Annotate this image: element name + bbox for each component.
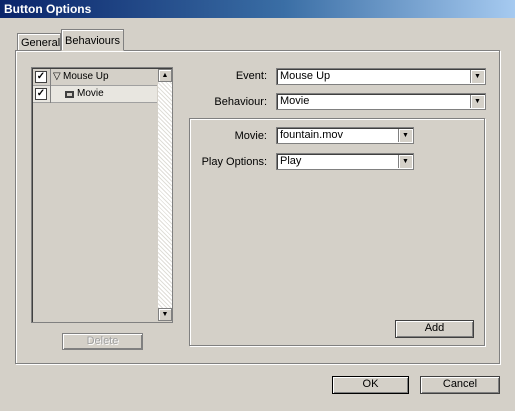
movie-label: Movie:: [234, 130, 267, 142]
movie-select[interactable]: fountain.mov ▼: [276, 127, 414, 144]
behaviour-select[interactable]: Movie ▼: [276, 93, 486, 110]
checkmark-icon: ✓: [36, 88, 46, 99]
play-options-label: Play Options:: [201, 156, 267, 168]
ok-button[interactable]: OK: [332, 376, 409, 394]
dropdown-arrow-icon[interactable]: ▼: [398, 129, 412, 142]
dropdown-arrow-icon[interactable]: ▼: [470, 70, 484, 83]
list-item-label: Mouse Up: [63, 71, 109, 82]
column-divider: [50, 86, 51, 103]
event-label: Event:: [235, 70, 267, 82]
enable-checkbox[interactable]: ✓: [35, 71, 47, 83]
list-item[interactable]: ✓ ▽ Mouse Up: [33, 69, 157, 86]
behaviour-value: Movie: [280, 95, 310, 107]
behaviour-label: Behaviour:: [214, 96, 267, 108]
dropdown-arrow-icon[interactable]: ▼: [398, 155, 412, 168]
checkmark-icon: ✓: [36, 71, 46, 82]
behaviour-list[interactable]: ✓ ▽ Mouse Up ✓ Movie ▲ ▼: [31, 67, 173, 323]
scroll-down-icon[interactable]: ▼: [158, 308, 172, 321]
enable-checkbox[interactable]: ✓: [35, 88, 47, 100]
window-title: Button Options: [0, 0, 515, 18]
play-options-value: Play: [280, 155, 302, 167]
cancel-button[interactable]: Cancel: [420, 376, 500, 394]
scroll-up-icon[interactable]: ▲: [158, 69, 172, 82]
tab-general[interactable]: General: [17, 33, 61, 51]
expand-triangle-icon[interactable]: ▽: [53, 71, 61, 82]
event-select[interactable]: Mouse Up ▼: [276, 68, 486, 85]
dropdown-arrow-icon[interactable]: ▼: [470, 95, 484, 108]
list-item[interactable]: ✓ Movie: [33, 86, 157, 103]
add-button[interactable]: Add: [395, 320, 474, 338]
column-divider: [50, 69, 51, 86]
list-scrollbar[interactable]: ▲ ▼: [158, 69, 172, 321]
delete-button[interactable]: Delete: [62, 333, 143, 350]
list-item-label: Movie: [77, 88, 104, 99]
event-value: Mouse Up: [280, 70, 331, 82]
movie-value: fountain.mov: [280, 129, 343, 141]
play-options-select[interactable]: Play ▼: [276, 153, 414, 170]
tab-behaviours[interactable]: Behaviours: [61, 29, 124, 51]
movie-action-icon: [65, 90, 74, 101]
